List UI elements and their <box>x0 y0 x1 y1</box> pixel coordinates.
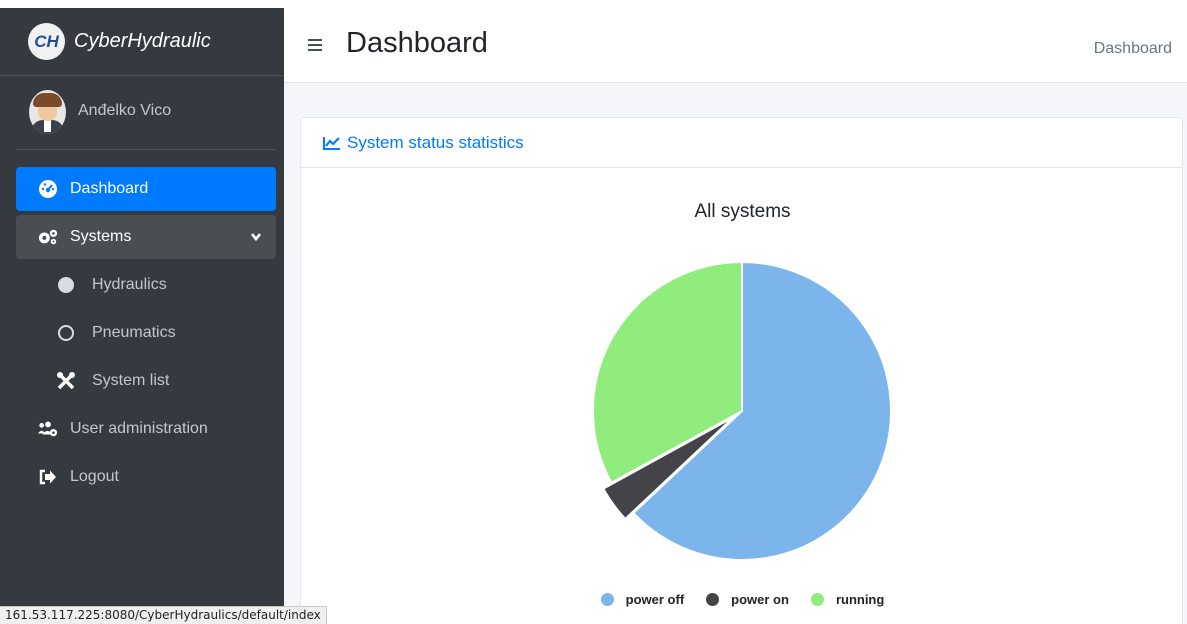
legend-item-power-on[interactable]: power on <box>706 592 789 607</box>
sidebar-item-label: Systems <box>70 228 132 245</box>
chevron-down-icon <box>250 229 262 247</box>
brand-link[interactable]: CH CyberHydraulic <box>0 8 284 76</box>
sidebar-item-system-list[interactable]: System list <box>16 359 276 403</box>
window-edge <box>284 0 1187 8</box>
brand-name: CyberHydraulic <box>74 30 211 52</box>
sidebar-item-label: Hydraulics <box>92 276 167 293</box>
sidebar-item-systems[interactable]: Systems <box>16 215 276 259</box>
menu-toggle-icon[interactable] <box>308 39 322 51</box>
sidebar-item-label: Pneumatics <box>92 324 176 341</box>
legend-label: power off <box>625 592 685 607</box>
browser-status-url: 161.53.117.225:8080/CyberHydraulics/defa… <box>0 606 327 624</box>
system-status-card: System status statistics All systems pow… <box>300 117 1183 624</box>
sidebar-item-pneumatics[interactable]: Pneumatics <box>16 311 276 355</box>
sidebar-item-logout[interactable]: Logout <box>16 455 276 499</box>
tachometer-icon <box>38 179 58 199</box>
legend-marker <box>810 593 824 606</box>
legend-item-power-off[interactable]: power off <box>600 592 685 607</box>
empty-circle-icon <box>56 323 76 343</box>
window-edge <box>0 0 284 8</box>
sidebar: CH CyberHydraulic Anđelko Vico Dashboard… <box>0 0 284 624</box>
sidebar-item-hydraulics[interactable]: Hydraulics <box>16 263 276 307</box>
filled-circle-icon <box>56 275 76 295</box>
sidebar-item-user-administration[interactable]: User administration <box>16 407 276 451</box>
legend-item-running[interactable]: running <box>810 592 885 607</box>
legend-label: power on <box>731 592 789 607</box>
user-name[interactable]: Anđelko Vico <box>78 102 171 120</box>
sidebar-item-label: Logout <box>70 468 119 485</box>
users-cog-icon <box>38 419 58 439</box>
chart-legend: power off power on running <box>301 592 1184 607</box>
legend-marker <box>706 593 720 606</box>
legend-label: running <box>835 592 885 607</box>
legend-marker <box>600 593 614 606</box>
sidebar-item-label: System list <box>92 372 170 389</box>
pie-chart <box>592 260 892 561</box>
breadcrumb[interactable]: Dashboard <box>1094 40 1172 58</box>
tools-icon <box>56 371 76 391</box>
cogs-icon <box>38 227 58 247</box>
sidebar-item-label: User administration <box>70 420 208 437</box>
brand-logo: CH <box>28 23 65 60</box>
sidebar-nav: Dashboard Systems Hydraulics Pneumatics <box>16 167 276 503</box>
sidebar-item-dashboard[interactable]: Dashboard <box>16 167 276 211</box>
user-panel: Anđelko Vico <box>16 90 276 150</box>
sign-out-icon <box>38 467 58 487</box>
top-header: Dashboard Dashboard <box>284 8 1187 83</box>
sidebar-item-label: Dashboard <box>70 180 149 197</box>
page-title: Dashboard <box>346 27 488 59</box>
avatar[interactable] <box>29 90 66 134</box>
